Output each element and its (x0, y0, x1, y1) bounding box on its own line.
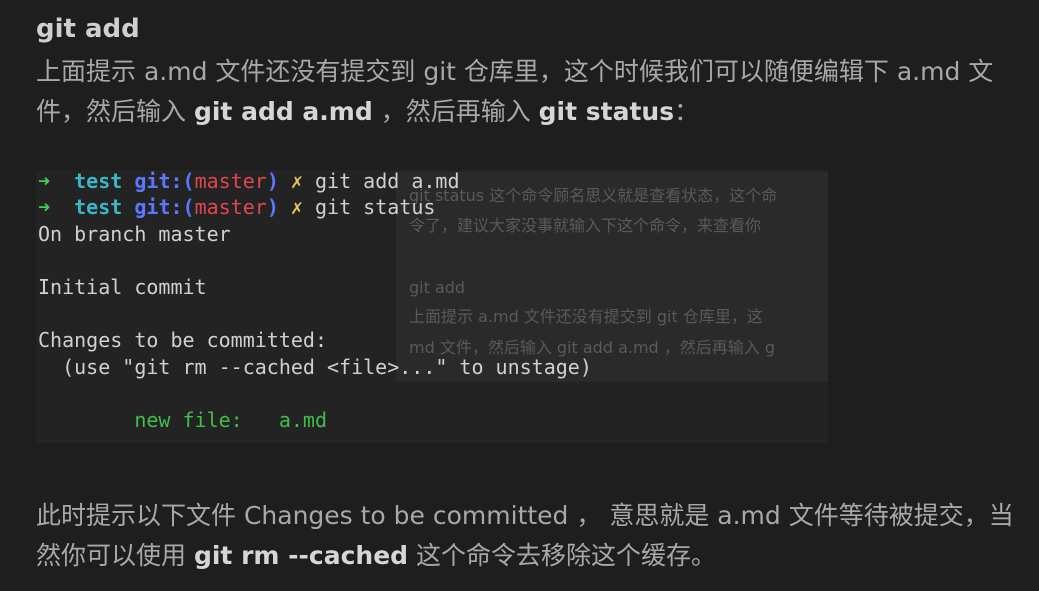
para2-text-2: 这个命令去移除这个缓存。 (408, 541, 717, 570)
prompt-paren-close: ) (266, 170, 279, 193)
new-file-name: a.md (278, 408, 327, 432)
ghost-line: git add (409, 278, 466, 297)
prompt-git-label: git: (134, 170, 183, 193)
terminal-screenshot: git status 这个命令顾名思义就是查看状态，这个命 令了，建议大家没事就… (36, 170, 828, 443)
prompt-paren-open: ( (182, 170, 195, 193)
terminal-output-new-file: new file: a.md (38, 407, 327, 433)
command-text: git status (315, 195, 436, 219)
explanation-paragraph: 此时提示以下文件 Changes to be committed ， 意思就是 … (36, 496, 1021, 576)
dirty-mark-icon: ✗ (290, 195, 303, 219)
prompt-arrow-icon: ➜ (38, 195, 51, 219)
prompt-paren-open: ( (182, 195, 195, 219)
terminal-command-line: ➜ test git:(master) ✗ git status (38, 194, 435, 220)
para1-text-3: ： (674, 97, 700, 126)
prompt-branch: master (194, 195, 267, 219)
prompt-paren-close: ) (266, 195, 279, 219)
ghost-line: 令了，建议大家没事就输入下这个命令，来查看你 (409, 216, 762, 235)
terminal-output-hint: (use "git rm --cached <file>..." to unst… (38, 355, 592, 379)
para2-code-git-rm: git rm --cached (193, 541, 409, 570)
intro-paragraph: 上面提示 a.md 文件还没有提交到 git 仓库里，这个时候我们可以随便编辑下… (36, 52, 1021, 132)
prompt-git-label: git: (134, 195, 183, 219)
terminal-output-initial: Initial commit (38, 275, 207, 299)
prompt-arrow-icon: ➜ (38, 170, 51, 193)
ghost-line: git status 这个命令顾名思义就是查看状态，这个命 (409, 186, 778, 205)
prompt-directory: test (74, 195, 123, 219)
new-file-label: new file: (38, 408, 279, 432)
terminal-output-branch: On branch master (38, 222, 231, 246)
dirty-mark-icon: ✗ (290, 170, 303, 193)
prompt-directory: test (74, 170, 123, 193)
section-heading: git add (36, 14, 140, 44)
terminal-command-line: ➜ test git:(master) ✗ git add a.md (38, 170, 460, 194)
terminal-output-changes: Changes to be committed: (38, 328, 327, 352)
ghost-line: 上面提示 a.md 文件还没有提交到 git 仓库里，这 (409, 307, 763, 326)
para1-code-git-status: git status (538, 97, 675, 126)
command-text: git add a.md (315, 170, 460, 193)
prompt-branch: master (194, 170, 267, 193)
para1-code-git-add: git add a.md (193, 97, 373, 126)
para1-text-2: ，然后再输入 (372, 97, 539, 126)
